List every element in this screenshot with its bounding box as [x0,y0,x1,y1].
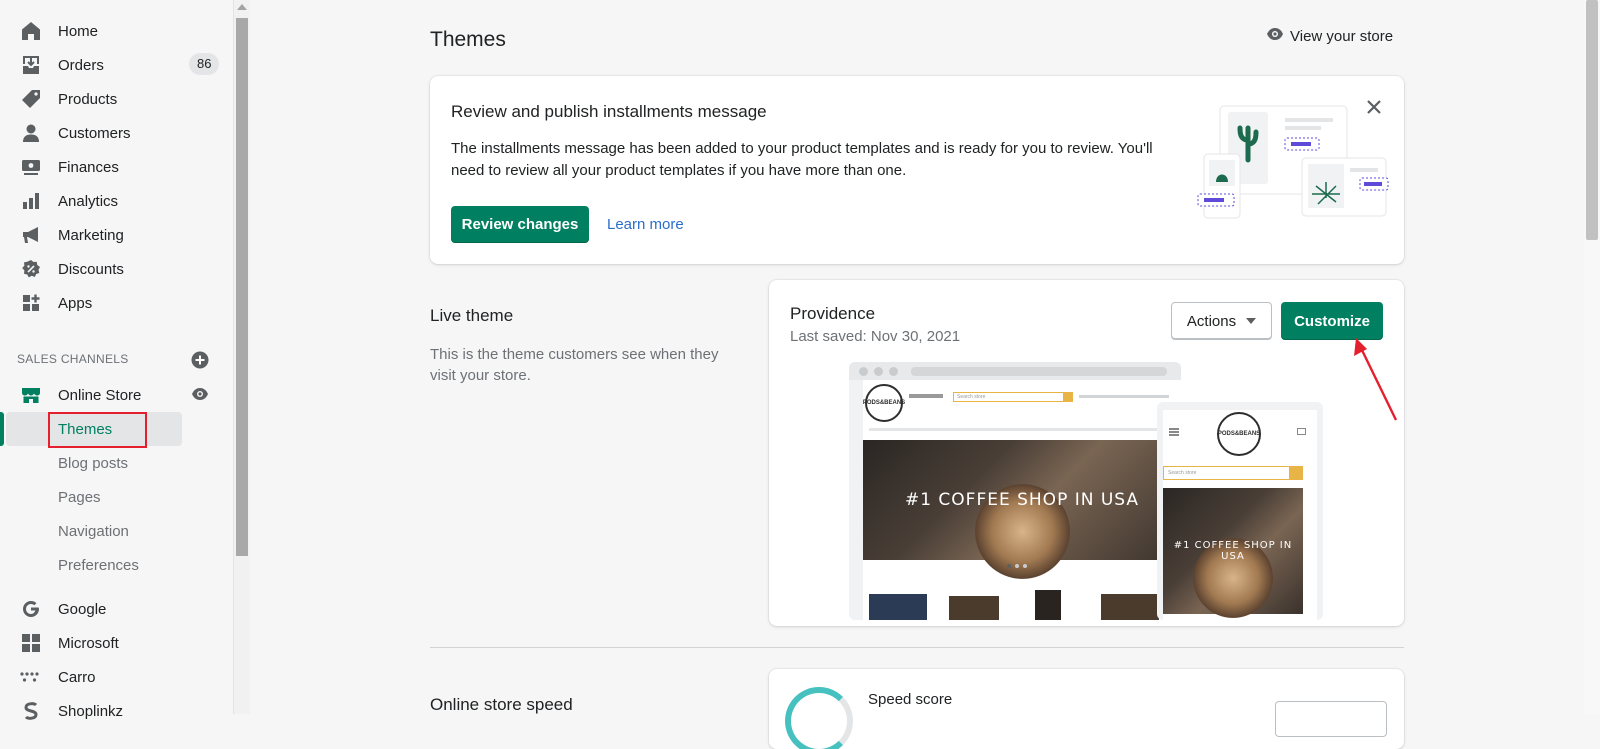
installments-banner: Review and publish installments message … [430,76,1404,264]
learn-more-link[interactable]: Learn more [607,216,684,233]
sidebar-item-label: Orders [58,56,104,74]
actions-button-label: Actions [1186,312,1237,330]
discount-icon [20,258,42,280]
theme-preview-desktop[interactable]: PODS&BEANS Search store #1 COFFEE SHOP I… [849,362,1181,620]
preview-hero: #1 COFFEE SHOP IN USA [863,440,1181,579]
annotation-highlight-box [48,412,147,448]
sidebar-item-label: Online Store [58,386,142,404]
sidebar-item-label: Analytics [58,192,119,210]
sidebar-item-label: Apps [58,294,93,312]
sidebar-item-marketing[interactable]: Marketing [0,218,230,252]
theme-name: Providence [790,304,876,323]
sidebar-item-home[interactable]: Home [0,14,230,48]
banner-title: Review and publish installments message [451,102,767,121]
sidebar-item-label: Products [58,90,118,108]
sidebar-item-label: Marketing [58,226,124,244]
speed-heading: Online store speed [430,695,573,714]
eye-icon [1266,27,1284,45]
sidebar-item-products[interactable]: Products [0,82,230,116]
review-changes-button[interactable]: Review changes [451,206,589,243]
preview-logo: PODS&BEANS [863,384,905,422]
sidebar-item-label: Discounts [58,260,124,278]
sidebar-item-carro[interactable]: Carro [0,660,230,694]
sidebar-item-label: Finances [58,158,119,176]
sidebar-scroll-up-arrow[interactable] [237,4,247,10]
live-theme-description: This is the theme customers see when the… [430,346,719,384]
preview-mobile-hero-text: #1 COFFEE SHOP IN USA [1173,540,1293,562]
browser-bar [849,362,1181,380]
sidebar-item-label: Shoplinkz [58,702,124,720]
sidebar: Home Orders 86 Products Customers Financ… [0,0,234,720]
google-icon [20,598,42,620]
sidebar-item-finances[interactable]: Finances [0,150,230,184]
sidebar-sub-item-navigation[interactable]: Navigation [58,517,129,547]
live-theme-card: Providence Last saved: Nov 30, 2021 Acti… [769,280,1404,626]
sidebar-item-online-store[interactable]: Online Store [0,378,230,412]
apps-icon [20,292,42,314]
annotation-arrow-icon [1354,338,1398,421]
preview-mobile-page: PODS&BEANS Search store #1 COFFEE SHOP I… [1163,410,1317,620]
installments-illustration [1190,98,1390,228]
sidebar-item-shoplinkz[interactable]: Shoplinkz [0,694,230,728]
bar-chart-icon [20,190,42,212]
sales-channels-label: SALES CHANNELS [17,352,129,366]
store-icon [20,384,42,406]
section-divider [430,647,1404,648]
sidebar-item-microsoft[interactable]: Microsoft [0,626,230,660]
sidebar-item-customers[interactable]: Customers [0,116,230,150]
sidebar-item-label: Home [58,22,99,40]
megaphone-icon [20,224,42,246]
sidebar-item-label: Microsoft [58,634,119,652]
sidebar-sub-item-preferences[interactable]: Preferences [58,551,139,581]
sidebar-item-discounts[interactable]: Discounts [0,252,230,286]
theme-last-saved: Last saved: Nov 30, 2021 [790,328,961,345]
sidebar-item-google[interactable]: Google [0,592,230,626]
orders-count-badge: 86 [189,53,220,75]
page-title: Themes [430,28,506,51]
page-scrollbar-thumb[interactable] [1586,0,1598,240]
speed-gauge [785,687,853,749]
preview-search: Search store [953,392,1073,402]
add-sales-channel-icon[interactable] [191,351,209,374]
sidebar-item-label: Carro [58,668,96,686]
chevron-down-icon [1246,318,1257,324]
preview-page: PODS&BEANS Search store #1 COFFEE SHOP I… [863,380,1181,620]
sidebar-item-orders[interactable]: Orders 86 [0,48,230,82]
active-indicator [0,412,4,446]
live-theme-heading: Live theme [430,306,514,325]
sidebar-item-analytics[interactable]: Analytics [0,184,230,218]
sidebar-item-apps[interactable]: Apps [0,286,230,320]
sidebar-scrollbar-thumb[interactable] [236,18,248,556]
theme-preview-mobile[interactable]: PODS&BEANS Search store #1 COFFEE SHOP I… [1157,402,1323,620]
carro-icon [20,666,42,688]
sidebar-item-label: Google [58,600,107,618]
preview-mobile-logo: PODS&BEANS [1217,412,1261,456]
speed-score-label: Speed score [868,691,953,708]
speed-action-button[interactable] [1275,701,1387,737]
view-store-label: View your store [1290,27,1394,45]
actions-button[interactable]: Actions [1171,302,1272,340]
customize-button[interactable]: Customize [1281,302,1383,340]
home-icon [20,20,42,42]
sidebar-sub-item-pages[interactable]: Pages [58,483,101,513]
view-store-link[interactable]: View your store [1266,27,1393,45]
speed-card: Speed score [769,669,1404,749]
shoplinkz-icon [20,700,42,722]
banner-description: The installments message has been added … [451,140,1153,179]
tag-icon [20,88,42,110]
orders-icon [20,54,42,76]
preview-hero-text: #1 COFFEE SHOP IN USA [904,490,1140,510]
microsoft-icon [20,632,42,654]
sidebar-item-label: Customers [58,124,131,142]
sidebar-sub-item-blog-posts[interactable]: Blog posts [58,449,128,479]
eye-icon[interactable] [191,387,209,405]
preview-mobile-search: Search store [1163,466,1303,480]
person-icon [20,122,42,144]
preview-mobile-hero: #1 COFFEE SHOP IN USA [1163,488,1303,618]
finances-icon [20,156,42,178]
